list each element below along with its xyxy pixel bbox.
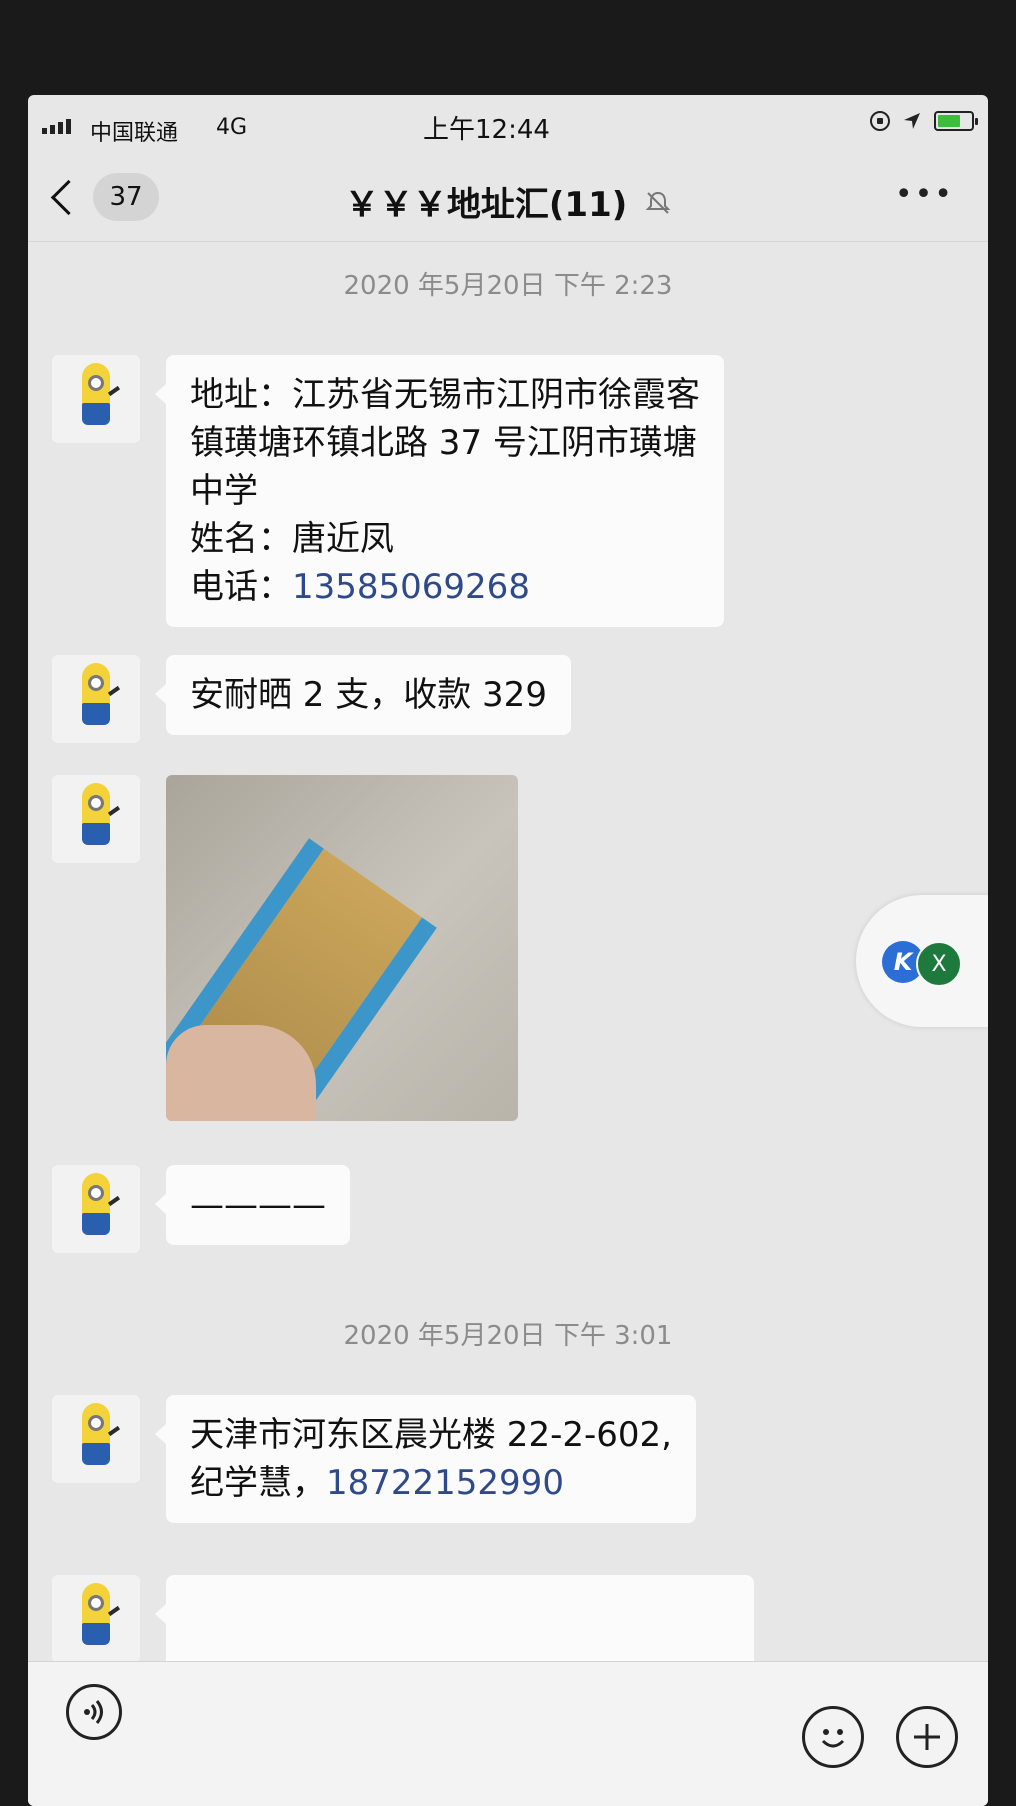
chat-title-text: ￥￥￥地址汇(11): [344, 185, 628, 225]
timestamp: 2020 年5月20日 下午 2:23: [343, 271, 673, 301]
chat-header: 37 ￥￥￥地址汇(11) •••: [28, 151, 988, 242]
phone-link[interactable]: 13585069268: [292, 567, 530, 607]
input-bar: [28, 1661, 988, 1806]
avatar[interactable]: [52, 655, 140, 743]
signal-icon: [42, 119, 71, 134]
message-bubble[interactable]: 天津市河东区晨光楼 22-2-602, 纪学慧，18722152990: [155, 1395, 696, 1523]
phone-screen: 中国联通 4G 上午12:44 37 ￥￥￥地址汇(11) ••• 2020 年…: [28, 95, 988, 1806]
message-row: 天津市河东区晨光楼 22-2-602, 纪学慧，18722152990: [52, 1395, 696, 1523]
avatar[interactable]: [52, 775, 140, 863]
avatar[interactable]: [52, 1575, 140, 1661]
floating-app-panel[interactable]: K X: [856, 895, 988, 1027]
network-label: 4G: [216, 115, 248, 140]
bell-off-icon: [645, 190, 671, 222]
phone-line: 电话：13585069268: [190, 563, 700, 611]
image-message[interactable]: [166, 775, 518, 1121]
avatar[interactable]: [52, 1165, 140, 1253]
plus-button[interactable]: [896, 1706, 958, 1768]
emoji-icon: [821, 1729, 845, 1748]
message-row: [52, 775, 518, 1121]
message-text: 镇璜塘环镇北路 37 号江阴市璜塘: [190, 423, 697, 463]
timestamp: 2020 年5月20日 下午 3:01: [343, 1321, 673, 1351]
message-bubble[interactable]: 安耐晒 2 支，收款 329: [155, 655, 571, 735]
message-text: 天津市河东区晨光楼 22-2-602,: [190, 1415, 672, 1455]
status-bar: 中国联通 4G 上午12:44: [28, 95, 988, 151]
battery-icon: [934, 111, 978, 131]
message-bubble[interactable]: [155, 1575, 754, 1661]
more-button[interactable]: •••: [895, 177, 954, 212]
status-time: 上午12:44: [423, 115, 550, 145]
message-text: 姓名：唐近凤: [190, 519, 394, 559]
avatar[interactable]: [52, 355, 140, 443]
voice-icon: [84, 1700, 103, 1724]
message-text: ————: [190, 1185, 326, 1225]
status-icons: [870, 111, 978, 131]
message-text: 纪学慧，: [190, 1463, 326, 1503]
message-bubble[interactable]: 地址：江苏省无锡市江阴市徐霞客 镇璜塘环镇北路 37 号江阴市璜塘 中学 姓名：…: [155, 355, 724, 627]
phone-line: 纪学慧，18722152990: [190, 1459, 672, 1507]
plus-icon: [914, 1724, 940, 1750]
message-list[interactable]: 2020 年5月20日 下午 2:23 地址：江苏省无锡市江阴市徐霞客 镇璜塘环…: [28, 241, 988, 1661]
message-row: 安耐晒 2 支，收款 329: [52, 655, 571, 743]
emoji-button[interactable]: [802, 1706, 864, 1768]
message-text: 中学: [190, 471, 258, 511]
app-x-icon[interactable]: X: [916, 941, 962, 987]
location-icon: [904, 113, 920, 129]
carrier-label: 中国联通: [90, 121, 179, 146]
message-bubble[interactable]: ————: [155, 1165, 350, 1245]
message-row: ————: [52, 1165, 350, 1253]
avatar[interactable]: [52, 1395, 140, 1483]
message-text: 地址：江苏省无锡市江阴市徐霞客: [190, 375, 700, 415]
hand-shape: [166, 1025, 316, 1121]
message-input[interactable]: [150, 1678, 780, 1748]
chat-title: ￥￥￥地址汇(11): [28, 177, 988, 226]
message-row: 地址：江苏省无锡市江阴市徐霞客 镇璜塘环镇北路 37 号江阴市璜塘 中学 姓名：…: [52, 355, 724, 627]
rotation-lock-icon: [870, 111, 890, 131]
phone-link[interactable]: 18722152990: [326, 1463, 564, 1503]
phone-label: 电话：: [190, 567, 292, 607]
message-row: [52, 1575, 754, 1661]
message-text: 安耐晒 2 支，收款 329: [190, 675, 547, 715]
voice-button[interactable]: [66, 1684, 122, 1740]
